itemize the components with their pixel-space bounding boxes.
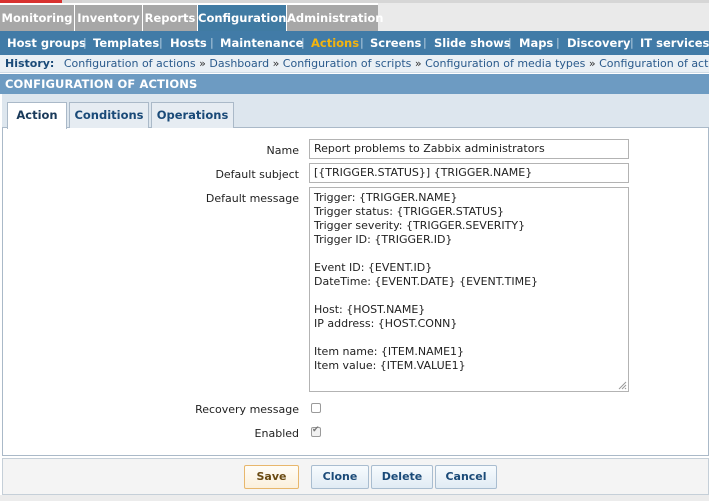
clone-button[interactable]: Clone — [311, 465, 369, 489]
top-tab-inventory[interactable]: Inventory — [75, 5, 142, 31]
top-tab-administration[interactable]: Administration — [287, 5, 384, 31]
sub-menu-separator: | — [301, 36, 305, 49]
name-input[interactable]: Report problems to Zabbix administrators — [309, 139, 629, 159]
resize-handle-icon[interactable] — [618, 381, 627, 390]
top-tab-configuration[interactable]: Configuration — [198, 5, 286, 31]
sub-menu-separator: | — [630, 36, 634, 49]
message-line: Trigger ID: {TRIGGER.ID} — [314, 233, 453, 246]
sub-item-templates[interactable]: Templates — [93, 31, 159, 55]
message-line — [314, 247, 624, 261]
sub-item-host-groups[interactable]: Host groups — [7, 31, 86, 55]
sub-menu-separator: | — [159, 36, 163, 49]
history-link[interactable]: Dashboard — [209, 57, 269, 70]
history-link[interactable]: Configuration of scripts — [283, 57, 412, 70]
sub-item-slide-shows[interactable]: Slide shows — [434, 31, 511, 55]
default-subject-input[interactable]: [{TRIGGER.STATUS}] {TRIGGER.NAME} — [309, 163, 629, 183]
message-line — [314, 289, 624, 303]
enabled-label: Enabled — [254, 427, 299, 440]
history-separator: » — [414, 57, 422, 70]
recovery-message-label: Recovery message — [195, 403, 299, 416]
enabled-checkbox[interactable]: ✔ — [311, 425, 321, 437]
message-line: Trigger status: {TRIGGER.STATUS} — [314, 205, 505, 218]
message-line: Item name: {ITEM.NAME1} — [314, 345, 465, 358]
history-separator: » — [199, 57, 206, 70]
sub-menu-separator: | — [423, 36, 427, 49]
save-button[interactable]: Save — [244, 465, 299, 489]
default-message-label: Default message — [205, 192, 299, 205]
recovery-message-checkbox[interactable] — [311, 403, 321, 413]
tab-operations[interactable]: Operations — [151, 102, 234, 128]
delete-button[interactable]: Delete — [371, 465, 433, 489]
tab-conditions[interactable]: Conditions — [69, 102, 149, 128]
cancel-button[interactable]: Cancel — [435, 465, 497, 489]
message-line: IP address: {HOST.CONN} — [314, 317, 458, 330]
message-line: Trigger: {TRIGGER.NAME} — [314, 191, 458, 204]
sub-item-screens[interactable]: Screens — [370, 31, 421, 55]
sub-item-it-services[interactable]: IT services — [640, 31, 709, 55]
page-title: CONFIGURATION OF ACTIONS — [0, 74, 709, 94]
sub-item-maintenance[interactable]: Maintenance — [220, 31, 303, 55]
name-label: Name — [266, 144, 299, 157]
sub-item-discovery[interactable]: Discovery — [567, 31, 631, 55]
message-line: Host: {HOST.NAME} — [314, 303, 426, 316]
form-tabs: Action Conditions Operations — [2, 94, 709, 129]
message-line: Trigger severity: {TRIGGER.SEVERITY} — [314, 219, 526, 232]
history-link[interactable]: Configuration of actions — [599, 57, 709, 70]
top-menu: Monitoring Inventory Reports Configurati… — [0, 3, 709, 31]
sub-menu-separator: | — [556, 36, 560, 49]
message-line: Item value: {ITEM.VALUE1} — [314, 359, 466, 372]
history-label: History: — [5, 57, 55, 70]
default-message-textarea[interactable]: Trigger: {TRIGGER.NAME} Trigger status: … — [309, 187, 629, 392]
sub-item-maps[interactable]: Maps — [519, 31, 553, 55]
bottom-strip — [0, 495, 709, 501]
message-line — [314, 331, 624, 345]
history-breadcrumb: History: Configuration of actions » Dash… — [0, 55, 709, 73]
top-tab-monitoring[interactable]: Monitoring — [0, 5, 74, 31]
sub-menu-separator: | — [210, 36, 214, 49]
sub-menu-separator: | — [360, 36, 364, 49]
checkmark-icon: ✔ — [312, 425, 320, 435]
sub-menu-separator: | — [83, 36, 87, 49]
sub-item-hosts[interactable]: Hosts — [170, 31, 207, 55]
sub-menu: Host groups | Templates | Hosts | Mainte… — [0, 31, 709, 55]
history-link[interactable]: Configuration of actions — [64, 57, 196, 70]
sub-item-actions[interactable]: Actions — [311, 31, 359, 55]
default-subject-label: Default subject — [215, 168, 299, 181]
message-line: Event ID: {EVENT.ID} — [314, 261, 433, 274]
history-separator: » — [272, 57, 280, 70]
top-tab-reports[interactable]: Reports — [143, 5, 197, 31]
tab-action[interactable]: Action — [7, 102, 67, 129]
history-link[interactable]: Configuration of media types — [425, 57, 585, 70]
history-separator: » — [588, 57, 596, 70]
sub-menu-separator: | — [508, 36, 512, 49]
top-menu-background — [378, 3, 709, 31]
message-line: DateTime: {EVENT.DATE} {EVENT.TIME} — [314, 275, 539, 288]
